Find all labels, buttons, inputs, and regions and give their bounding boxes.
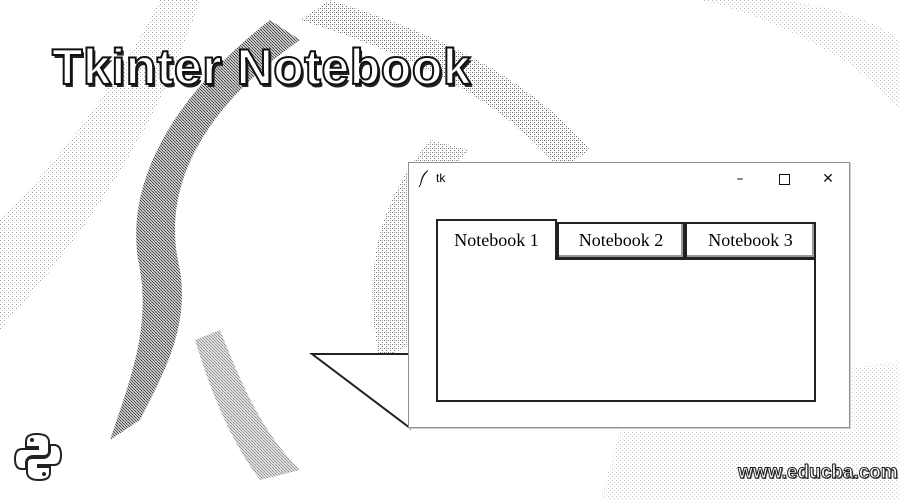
notebook: Notebook 1 Notebook 2 Notebook 3 [436,219,816,402]
banner-title: Tkinter Notebook [51,38,472,96]
window-title: tk [436,171,446,185]
title-bar[interactable]: tk – ✕ [409,163,849,195]
tab-notebook-3[interactable]: Notebook 3 [685,222,816,259]
feather-icon [418,170,428,187]
tab-label: Notebook 1 [454,230,539,250]
tab-panel [436,258,816,402]
tab-label: Notebook 3 [708,230,793,250]
tab-label: Notebook 2 [578,230,664,250]
minimize-button[interactable]: – [718,163,762,195]
tab-notebook-1[interactable]: Notebook 1 [436,219,557,260]
close-icon: ✕ [822,171,834,187]
maximize-button[interactable] [762,163,806,195]
minimize-icon: – [736,171,744,187]
python-logo-icon [14,432,62,482]
tab-notebook-2[interactable]: Notebook 2 [557,222,685,259]
tk-window: tk – ✕ Notebook 1 Notebook 2 Notebook 3 [408,162,850,428]
close-button[interactable]: ✕ [806,163,850,195]
watermark: www.educba.com [738,462,899,484]
maximize-icon [778,173,790,185]
